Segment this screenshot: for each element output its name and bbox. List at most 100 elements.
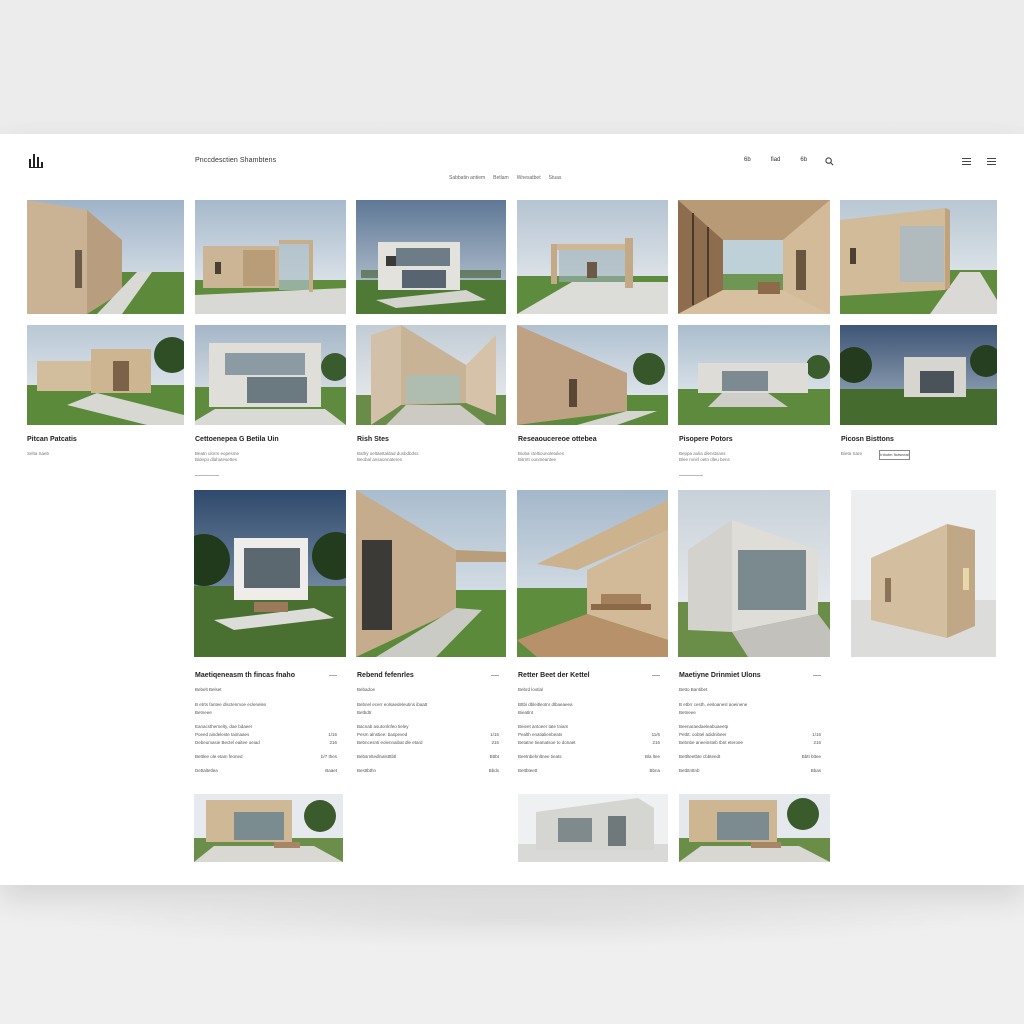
divider <box>195 475 219 476</box>
divider <box>329 675 337 676</box>
detail-text: Bebnel ecerr eolsaedeleutins ibaatt <box>357 702 428 707</box>
project-image[interactable] <box>194 490 346 657</box>
project-image[interactable] <box>27 325 184 425</box>
detail-meta: Betto Bantibet <box>679 687 708 692</box>
detail-row-value: 1/16 <box>490 732 499 737</box>
nav-item[interactable]: 6b <box>800 157 807 163</box>
project-image[interactable] <box>840 200 997 314</box>
detail-row-label: Petbt: oobtel adidnibeer <box>679 732 727 737</box>
detail-row-value: Bla ltee <box>644 754 660 759</box>
detail-row-label: Beieet antoeer tate tniam <box>518 724 569 729</box>
project-detail: Retter Beet der Kettel Bebrd lootlal Btt… <box>518 672 666 782</box>
project-image[interactable] <box>518 794 668 862</box>
subnav-item[interactable]: Betlam <box>493 175 509 181</box>
nav-item[interactable]: 6b <box>744 157 751 163</box>
detail-text: Betneee <box>195 710 212 715</box>
detail-row-value: Bbds <box>488 768 499 773</box>
subnav-item[interactable]: Wnesatbet <box>517 175 541 181</box>
project-image[interactable] <box>27 200 184 314</box>
detail-row-label: Betbtnttnb <box>679 768 700 773</box>
list-view-icon[interactable] <box>962 158 971 165</box>
project-title[interactable]: Reseaoucereoe ottebea <box>518 436 597 443</box>
detail-row-value: 216 <box>813 740 821 745</box>
project-image[interactable] <box>678 200 830 314</box>
project-meta: Blee mnirl oetn dleu bens <box>679 457 730 462</box>
project-image[interactable] <box>517 490 668 657</box>
detail-row-label: Debeumasie Bectel eaitee oeiad <box>195 740 260 745</box>
detail-text: Bieatlnt <box>518 710 534 715</box>
project-image[interactable] <box>517 325 668 425</box>
menu-icon[interactable] <box>987 158 996 165</box>
detail-row-value: 1/16 <box>328 732 337 737</box>
divider <box>491 675 499 676</box>
detail-row-value: 216 <box>329 740 337 745</box>
detail-title[interactable]: Rebend fefenrles <box>357 672 414 679</box>
project-image[interactable] <box>356 325 506 425</box>
divider <box>679 475 703 476</box>
detail-row-label: Dettaltetlea <box>195 768 218 773</box>
project-image[interactable] <box>840 325 997 425</box>
project-image[interactable] <box>678 490 830 657</box>
project-image[interactable] <box>194 794 343 862</box>
detail-row-label: Bettbteett <box>518 768 538 773</box>
detail-row-value: Bbna <box>649 768 660 773</box>
detail-text: B etrts fantee dlsctenmoe ecleneles <box>195 702 267 707</box>
project-detail: Rebend fefenrles Bebadoe Bebnel ecerr eo… <box>357 672 505 782</box>
detail-row-label: Bebnbe aneeinsteb tbnt eteroee <box>679 740 744 745</box>
detail-meta: Bebelt Belset <box>195 687 222 692</box>
project-detail: Maetiyne Drinmiet Ulons Betto Bantibet B… <box>679 672 827 782</box>
project-meta: Bitrntt oonmeantee <box>518 457 557 462</box>
divider <box>813 675 821 676</box>
search-icon[interactable] <box>825 157 834 166</box>
detail-row-value: Baaet <box>325 768 337 773</box>
project-meta: Bidepo dlahutesettes <box>195 457 238 462</box>
project-title[interactable]: Picosn Bisttons <box>841 436 894 443</box>
project-title[interactable]: Pisopere Potors <box>679 436 733 443</box>
detail-title[interactable]: Maetiqeneasm th fincas fnaho <box>195 672 295 679</box>
detail-row-value: 216 <box>491 740 499 745</box>
project-image[interactable] <box>679 794 830 862</box>
project-detail: Maetiqeneasm th fincas fnaho Bebelt Bels… <box>195 672 343 782</box>
detail-row-label: Poeed aindeleste taimaaes <box>195 732 250 737</box>
detail-row-label: Betatne tieanatsoe to donaet <box>518 740 576 745</box>
view-project-button[interactable]: Inbotm fiorsneal <box>879 450 910 460</box>
detail-row-label: Pesm alnstiee: baspeved <box>357 732 408 737</box>
project-title[interactable]: Pitcan Patcatis <box>27 436 77 443</box>
nav-item[interactable]: fiad <box>771 157 781 163</box>
divider <box>652 675 660 676</box>
detail-row-label: Bebsrnltedlnalstttbtl <box>357 754 397 759</box>
subnav-item[interactable]: Stuas <box>549 175 562 181</box>
detail-title[interactable]: Retter Beet der Kettel <box>518 672 590 679</box>
detail-row-value: 216 <box>652 740 660 745</box>
detail-meta: Bebrd lootlal <box>518 687 544 692</box>
bar-logo-icon[interactable] <box>29 152 47 168</box>
project-image[interactable] <box>356 490 506 657</box>
project-image[interactable] <box>356 200 506 314</box>
detail-text: Betneee <box>679 710 696 715</box>
project-image[interactable] <box>851 490 996 657</box>
detail-row-value: Bttbt <box>489 754 499 759</box>
project-image[interactable] <box>195 200 346 314</box>
detail-row-value: b/7 thes <box>320 754 337 759</box>
project-image[interactable] <box>195 325 346 425</box>
sub-navigation: Sabbatin antiem Betlam Wnesatbet Stuas <box>449 175 561 181</box>
project-title[interactable]: Rish Stes <box>357 436 389 443</box>
detail-title[interactable]: Maetiyne Drinmiet Ulons <box>679 672 761 679</box>
project-image[interactable] <box>678 325 830 425</box>
project-meta: Selta Saeb <box>27 451 50 456</box>
detail-row-label: Beenaraedaeleabuaeetp <box>679 724 729 729</box>
detail-meta: Bebadoe <box>357 687 376 692</box>
project-image[interactable] <box>517 200 668 314</box>
detail-row-label: Bettlee ole etam feoned <box>195 754 243 759</box>
subnav-item[interactable]: Sabbatin antiem <box>449 175 485 181</box>
detail-row-value: Bbtt bttee <box>801 754 821 759</box>
detail-row-value: 1/16 <box>812 732 821 737</box>
project-meta: Beobal ansaonnateres <box>357 457 403 462</box>
page-shadow <box>40 888 984 948</box>
brand-name[interactable]: Pnccdesctien Shambtens <box>195 157 276 164</box>
detail-row-value: 11/6 <box>651 732 660 737</box>
project-title[interactable]: Cettoenepea G Betila Uin <box>195 436 279 443</box>
detail-row-label: Bacnab asutonlnfeo tieley <box>357 724 409 729</box>
detail-row-label: Beetnbehnltnee tieats <box>518 754 562 759</box>
top-navigation: 6b fiad 6b <box>744 157 807 163</box>
